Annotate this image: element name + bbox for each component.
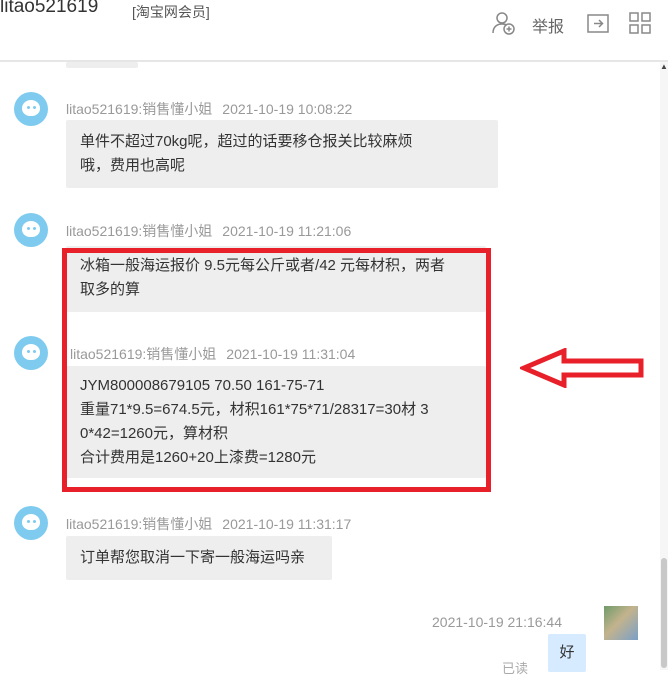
report-button[interactable]: 举报 bbox=[532, 13, 564, 37]
self-avatar[interactable] bbox=[604, 606, 638, 640]
sender-name: litao521619:销售懂小姐 bbox=[66, 516, 213, 532]
avatar[interactable] bbox=[14, 506, 48, 540]
scroll-up-icon[interactable]: ▲ bbox=[660, 62, 668, 72]
member-badge: [淘宝网会员] bbox=[132, 4, 210, 20]
message-time: 2021-10-19 11:31:17 bbox=[222, 516, 352, 532]
avatar-face-icon bbox=[22, 344, 40, 360]
message-meta: litao521619:销售懂小姐 2021-10-19 11:31:04 bbox=[70, 344, 355, 364]
previous-message-bubble bbox=[66, 62, 138, 68]
message-line: 哦，费用也高呢 bbox=[80, 157, 186, 174]
message-bubble: JYM800008679105 70.50 161-75-71 重量71*9.5… bbox=[66, 366, 486, 478]
message-meta: litao521619:销售懂小姐 2021-10-19 10:08:22 bbox=[66, 99, 352, 119]
message-bubble: 订单帮您取消一下寄一般海运吗亲 bbox=[66, 536, 332, 580]
self-message-bubble: 好 bbox=[548, 634, 586, 672]
message-bubble: 冰箱一般海运报价 9.5元每公斤或者/42 元每材积，两者 取多的算 bbox=[66, 246, 486, 312]
share-icon[interactable] bbox=[585, 10, 611, 36]
message-bubble: 单件不超过70kg呢，超过的话要移仓报关比较麻烦 哦，费用也高呢 bbox=[66, 120, 498, 188]
message-time: 2021-10-19 11:21:06 bbox=[222, 223, 352, 239]
avatar-face-icon bbox=[22, 514, 40, 530]
grid-icon[interactable] bbox=[627, 10, 653, 36]
message-time: 2021-10-19 11:31:04 bbox=[226, 346, 356, 362]
read-status: 已读 bbox=[502, 661, 529, 676]
message-meta: litao521619:销售懂小姐 2021-10-19 11:21:06 bbox=[66, 221, 351, 241]
message-line: 0*42=1260元，算材积 bbox=[80, 425, 228, 442]
message-line: 冰箱一般海运报价 9.5元每公斤或者/42 元每材积，两者 bbox=[80, 257, 446, 274]
add-contact-icon[interactable] bbox=[490, 10, 516, 36]
sender-name: litao521619:销售懂小姐 bbox=[66, 223, 213, 239]
avatar-face-icon bbox=[22, 221, 40, 237]
annotation-arrow-icon bbox=[520, 348, 644, 388]
avatar[interactable] bbox=[14, 213, 48, 247]
avatar[interactable] bbox=[14, 336, 48, 370]
avatar[interactable] bbox=[14, 92, 48, 126]
contact-name: litao521619 bbox=[0, 0, 99, 17]
message-time: 2021-10-19 10:08:22 bbox=[222, 101, 353, 117]
message-line: 订单帮您取消一下寄一般海运吗亲 bbox=[80, 549, 306, 566]
message-meta: litao521619:销售懂小姐 2021-10-19 11:31:17 bbox=[66, 514, 351, 534]
message-line: JYM800008679105 70.50 161-75-71 bbox=[80, 377, 325, 394]
sender-name: litao521619:销售懂小姐 bbox=[66, 101, 213, 117]
message-line: 单件不超过70kg呢，超过的话要移仓报关比较麻烦 bbox=[80, 133, 413, 150]
message-line: 合计费用是1260+20上漆费=1280元 bbox=[80, 449, 316, 466]
sender-name: litao521619:销售懂小姐 bbox=[70, 346, 217, 362]
message-line: 取多的算 bbox=[80, 281, 141, 298]
scrollbar-thumb[interactable] bbox=[661, 558, 667, 668]
chat-message-list[interactable]: litao521619:销售懂小姐 2021-10-19 10:08:22 单件不… bbox=[0, 62, 660, 676]
message-line: 重量71*9.5=674.5元，材积161*75*71/28317=30材 3 bbox=[80, 401, 429, 418]
avatar-face-icon bbox=[22, 100, 40, 116]
chat-header: litao521619 [淘宝网会员] 举报 bbox=[0, 0, 668, 62]
self-message-time: 2021-10-19 21:16:44 bbox=[432, 614, 562, 630]
